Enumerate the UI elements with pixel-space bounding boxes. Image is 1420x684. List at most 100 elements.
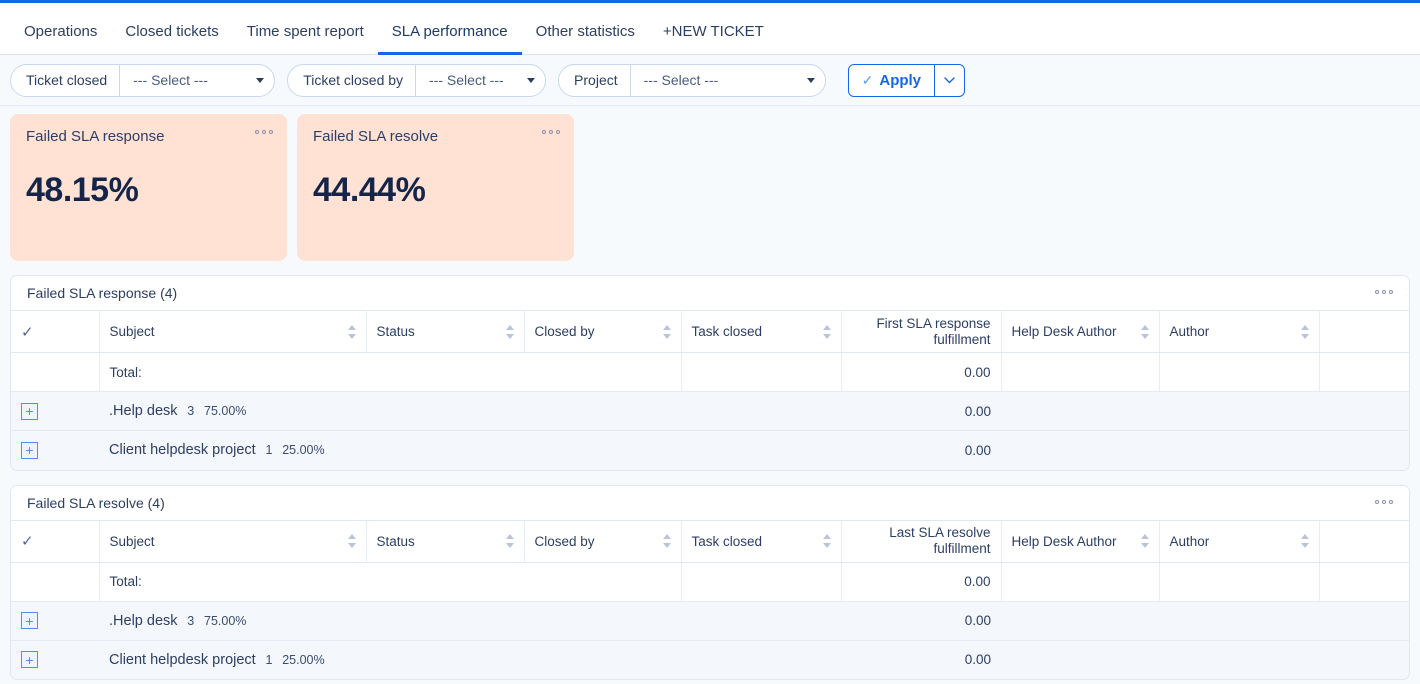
filter-project-label: Project xyxy=(574,72,618,88)
column-first-sla-response-fulfillment[interactable]: First SLA response fulfillment xyxy=(841,310,1002,353)
column-label: Task closed xyxy=(691,533,763,549)
column-task-closed[interactable]: Task closed xyxy=(681,310,842,353)
sort-icon[interactable] xyxy=(662,324,672,339)
column-closed-by[interactable]: Closed by xyxy=(524,310,682,353)
filter-ticket-closed-by-value: --- Select --- xyxy=(429,72,504,88)
filter-ticket-closed-by-label: Ticket closed by xyxy=(303,72,404,88)
table-row[interactable]: + .Help desk 3 75.00% 0.00 xyxy=(11,601,1409,641)
column-select-all[interactable]: ✓ xyxy=(11,310,100,353)
column-author[interactable]: Author xyxy=(1159,519,1320,563)
table-row[interactable]: + .Help desk 3 75.00% 0.00 xyxy=(11,391,1409,431)
sort-icon[interactable] xyxy=(662,534,672,548)
row-author-cell xyxy=(1159,640,1319,679)
total-author-cell xyxy=(1159,562,1320,602)
total-fulfillment-value: 0.00 xyxy=(841,562,1002,602)
table-header-row: ✓ Subject Status Closed by Task closed xyxy=(11,519,1409,563)
expand-row-icon[interactable]: + xyxy=(21,612,38,629)
panel-menu-icon[interactable] xyxy=(1375,290,1393,294)
total-spacer-cell xyxy=(1319,562,1409,602)
column-label-line2: fulfillment xyxy=(933,541,991,556)
sort-icon[interactable] xyxy=(505,534,515,548)
column-spacer xyxy=(1319,519,1409,563)
tab-sla-performance[interactable]: SLA performance xyxy=(377,24,522,55)
column-label-line2: fulfillment xyxy=(933,331,991,347)
column-label-line1: Last SLA resolve xyxy=(889,525,991,540)
row-help-desk-author-cell xyxy=(1001,430,1159,470)
table-failed-sla-resolve: ✓ Subject Status Closed by Task closed L… xyxy=(11,519,1409,679)
card-menu-icon[interactable] xyxy=(255,130,273,134)
column-select-all[interactable]: ✓ xyxy=(11,519,100,563)
tab-closed-tickets[interactable]: Closed tickets xyxy=(111,24,232,55)
total-label: Total: xyxy=(99,352,682,392)
row-author-cell xyxy=(1159,430,1319,470)
panel-title: Failed SLA response (4) xyxy=(11,276,1409,310)
filter-project: Project --- Select --- xyxy=(558,63,826,97)
row-fulfillment-value: 0.00 xyxy=(841,640,1001,679)
tab-time-spent-report[interactable]: Time spent report xyxy=(233,24,378,55)
sort-icon[interactable] xyxy=(347,324,357,339)
row-subject-percent: 25.00% xyxy=(282,443,325,458)
table-total-row: Total: 0.00 xyxy=(11,352,1409,392)
column-closed-by[interactable]: Closed by xyxy=(524,519,682,563)
expand-row-icon[interactable]: + xyxy=(21,402,38,420)
sort-icon[interactable] xyxy=(1300,534,1310,548)
sort-icon[interactable] xyxy=(505,324,515,339)
row-subject-name: .Help desk xyxy=(109,403,178,419)
apply-button[interactable]: ✓ Apply xyxy=(849,65,934,96)
tab-operations[interactable]: Operations xyxy=(10,24,111,55)
sort-icon[interactable] xyxy=(347,534,357,548)
row-task-closed-cell xyxy=(681,391,841,431)
panel-failed-sla-response: Failed SLA response (4) ✓ Subject Status… xyxy=(10,275,1410,471)
row-author-cell xyxy=(1159,601,1319,641)
column-status[interactable]: Status xyxy=(366,310,525,353)
sort-icon[interactable] xyxy=(822,534,832,548)
column-task-closed[interactable]: Task closed xyxy=(681,519,842,563)
column-label-line1: First SLA response xyxy=(876,315,991,331)
filter-ticket-closed-value: --- Select --- xyxy=(133,72,208,88)
column-label: Subject xyxy=(109,533,155,549)
row-fulfillment-value: 0.00 xyxy=(841,601,1001,641)
row-subject-name: Client helpdesk project xyxy=(109,651,256,668)
filter-ticket-closed-label: Ticket closed xyxy=(26,72,108,88)
sort-icon[interactable] xyxy=(822,324,832,339)
kpi-card-failed-sla-resolve: Failed SLA resolve 44.44% xyxy=(297,114,574,261)
row-subject-count: 1 xyxy=(265,443,273,458)
check-icon: ✓ xyxy=(861,71,874,88)
table-row[interactable]: + Client helpdesk project 1 25.00% 0.00 xyxy=(11,640,1409,679)
column-help-desk-author[interactable]: Help Desk Author xyxy=(1001,310,1160,353)
row-subject-percent: 25.00% xyxy=(282,652,325,667)
row-subject-count: 3 xyxy=(187,613,195,628)
column-subject[interactable]: Subject xyxy=(99,310,367,353)
column-help-desk-author[interactable]: Help Desk Author xyxy=(1001,519,1160,563)
column-label: Author xyxy=(1169,324,1210,339)
row-expand-cell: + xyxy=(11,640,99,679)
apply-dropdown-button[interactable] xyxy=(934,64,964,96)
check-icon: ✓ xyxy=(21,323,34,341)
card-menu-icon[interactable] xyxy=(542,130,560,134)
filter-project-select[interactable]: --- Select --- xyxy=(629,64,825,96)
total-checkbox-cell xyxy=(11,562,100,602)
column-last-sla-resolve-fulfillment[interactable]: Last SLA resolve fulfillment xyxy=(841,519,1002,563)
sort-icon[interactable] xyxy=(1140,324,1150,339)
column-subject[interactable]: Subject xyxy=(99,519,367,563)
row-spacer-cell xyxy=(1319,640,1409,679)
row-help-desk-author-cell xyxy=(1001,601,1159,641)
column-status[interactable]: Status xyxy=(366,519,525,563)
sort-icon[interactable] xyxy=(1140,534,1150,548)
expand-row-icon[interactable]: + xyxy=(21,651,38,669)
total-task-closed-cell xyxy=(681,562,842,602)
row-task-closed-cell xyxy=(681,601,841,641)
column-author[interactable]: Author xyxy=(1159,310,1320,353)
column-label: Closed by xyxy=(534,324,595,339)
tab-new-ticket[interactable]: +NEW TICKET xyxy=(649,24,778,55)
filter-ticket-closed-select[interactable]: --- Select --- xyxy=(119,64,274,96)
table-total-row: Total: 0.00 xyxy=(11,562,1409,602)
table-row[interactable]: + Client helpdesk project 1 25.00% 0.00 xyxy=(11,430,1409,470)
apply-button-label: Apply xyxy=(879,71,922,89)
filter-ticket-closed-by-select[interactable]: --- Select --- xyxy=(415,64,545,96)
column-spacer xyxy=(1319,310,1409,353)
tab-other-statistics[interactable]: Other statistics xyxy=(522,24,649,55)
panel-menu-icon[interactable] xyxy=(1375,499,1393,504)
sort-icon[interactable] xyxy=(1300,324,1310,339)
expand-row-icon[interactable]: + xyxy=(21,441,38,459)
